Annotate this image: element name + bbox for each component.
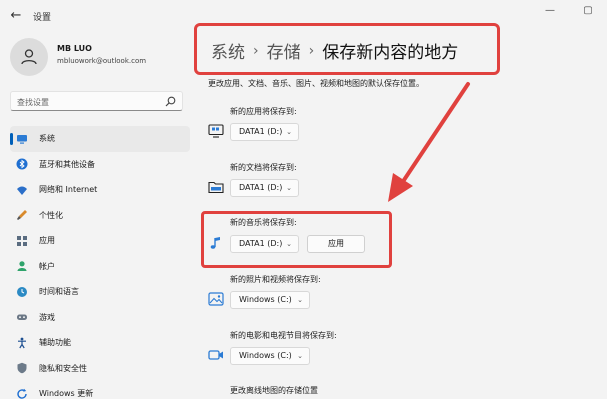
sidebar-item-label: 系统	[39, 134, 55, 144]
folder-icon	[208, 181, 224, 194]
sidebar-item-accounts[interactable]: 帐户	[10, 254, 190, 280]
search-placeholder: 查找设置	[17, 98, 49, 107]
sidebar-item-network[interactable]: 网络和 Internet	[10, 177, 190, 203]
sidebar-item-gaming[interactable]: 游戏	[10, 305, 190, 331]
apps-icon	[16, 235, 28, 247]
movies-drive-value: Windows (C:)	[239, 351, 292, 360]
brush-icon	[16, 209, 28, 221]
music-note-icon	[210, 237, 220, 249]
documents-drive-value: DATA1 (D:)	[239, 183, 283, 192]
breadcrumb-storage[interactable]: 存储	[267, 38, 301, 63]
sidebar-item-label: 个性化	[39, 210, 63, 220]
bluetooth-icon	[16, 158, 28, 170]
avatar	[10, 38, 48, 76]
music-drive-value: DATA1 (D:)	[239, 239, 283, 248]
app-title: 设置	[33, 13, 52, 23]
person-avatar-icon	[21, 49, 37, 65]
apps-drive-value: DATA1 (D:)	[239, 127, 283, 136]
person-icon	[16, 260, 28, 272]
sidebar-item-bluetooth[interactable]: 蓝牙和其他设备	[10, 152, 190, 178]
sidebar-item-privacy[interactable]: 隐私和安全性	[10, 356, 190, 382]
sidebar-item-label: Windows 更新	[39, 389, 94, 399]
user-profile[interactable]: MB LUO mbluowork@outlook.com	[10, 38, 190, 78]
sidebar-item-label: 隐私和安全性	[39, 363, 87, 373]
annotation-arrow	[388, 82, 470, 202]
sidebar-item-accessibility[interactable]: 辅助功能	[10, 330, 190, 356]
chevron-down-icon: ⌄	[297, 352, 303, 360]
chevron-down-icon: ⌄	[286, 184, 292, 192]
user-name: MB LUO	[57, 44, 92, 53]
chevron-down-icon: ⌄	[297, 296, 303, 304]
user-email: mbluowork@outlook.com	[57, 57, 147, 65]
chevron-down-icon: ⌄	[286, 128, 292, 136]
video-icon	[208, 350, 223, 360]
back-arrow-icon[interactable]: ←	[8, 8, 24, 24]
documents-drive-select[interactable]: DATA1 (D:) ⌄	[230, 179, 299, 197]
movies-drive-select[interactable]: Windows (C:) ⌄	[230, 347, 310, 365]
photos-save-label: 新的照片和视频将保存到:	[230, 275, 321, 284]
monitor-icon	[16, 133, 28, 145]
apps-save-label: 新的应用将保存到:	[230, 107, 297, 116]
music-save-label: 新的音乐将保存到:	[230, 218, 297, 227]
movies-save-label: 新的电影和电视节目将保存到:	[230, 331, 337, 340]
search-icon	[165, 96, 176, 107]
photos-drive-select[interactable]: Windows (C:) ⌄	[230, 291, 310, 309]
wifi-icon	[16, 184, 28, 196]
minimize-button[interactable]: —	[531, 0, 569, 22]
apps-drive-select[interactable]: DATA1 (D:) ⌄	[230, 123, 299, 141]
sidebar-item-label: 应用	[39, 236, 55, 246]
sidebar-nav: 系统 蓝牙和其他设备 网络和 Internet 个性化 应用 帐户 时间和语言 …	[10, 126, 190, 399]
shield-icon	[16, 362, 28, 374]
maximize-button[interactable]: ▢	[569, 0, 607, 22]
sidebar-item-windows-update[interactable]: Windows 更新	[10, 381, 190, 399]
music-drive-select[interactable]: DATA1 (D:) ⌄	[230, 235, 299, 253]
sidebar-item-label: 蓝牙和其他设备	[39, 159, 95, 169]
sidebar-item-time-language[interactable]: 时间和语言	[10, 279, 190, 305]
breadcrumb-separator: ›	[308, 42, 315, 59]
sidebar-item-label: 时间和语言	[39, 287, 79, 297]
sidebar-item-system[interactable]: 系统	[10, 126, 190, 152]
apply-button[interactable]: 应用	[307, 235, 365, 253]
window-controls: — ▢	[531, 0, 607, 22]
breadcrumb: 系统 › 存储 › 保存新内容的地方	[211, 38, 459, 64]
page-title: 保存新内容的地方	[322, 43, 459, 63]
breadcrumb-highlight: 系统 › 存储 › 保存新内容的地方	[194, 23, 500, 75]
globe-clock-icon	[16, 286, 28, 298]
sidebar-item-personalization[interactable]: 个性化	[10, 203, 190, 229]
sidebar-item-apps[interactable]: 应用	[10, 228, 190, 254]
update-icon	[16, 388, 28, 399]
sidebar-item-label: 网络和 Internet	[39, 185, 98, 195]
breadcrumb-separator: ›	[253, 42, 259, 59]
offline-maps-link[interactable]: 更改离线地图的存储位置	[230, 385, 318, 396]
gamepad-icon	[16, 311, 28, 323]
search-input[interactable]: 查找设置	[10, 91, 183, 111]
accessibility-icon	[16, 337, 28, 349]
sidebar-item-label: 辅助功能	[39, 338, 71, 348]
photos-drive-value: Windows (C:)	[239, 295, 292, 304]
app-monitor-icon	[208, 124, 224, 138]
photo-icon	[208, 292, 224, 306]
sidebar-item-label: 帐户	[39, 261, 55, 271]
chevron-down-icon: ⌄	[286, 240, 292, 248]
sidebar-item-label: 游戏	[39, 312, 55, 322]
breadcrumb-system[interactable]: 系统	[211, 38, 245, 63]
documents-save-label: 新的文档将保存到:	[230, 163, 297, 172]
